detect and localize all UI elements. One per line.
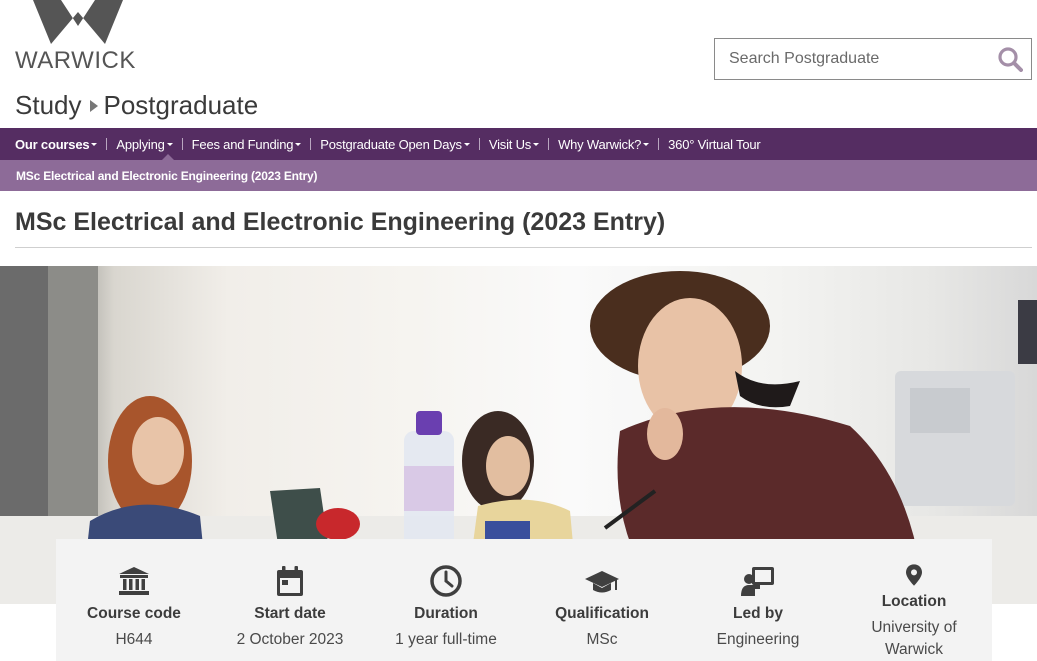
nav-divider xyxy=(106,138,108,150)
caret-down-icon xyxy=(91,143,98,146)
caret-down-icon xyxy=(166,143,173,146)
warwick-w-mark-icon xyxy=(33,0,123,44)
nav-divider xyxy=(548,138,550,150)
info-label: Duration xyxy=(414,605,478,622)
graduation-cap-icon xyxy=(585,571,619,593)
nav-item-our-courses[interactable]: Our courses xyxy=(15,137,98,152)
info-duration: Duration 1 year full-time xyxy=(368,539,524,661)
nav-item-visit-us[interactable]: Visit Us xyxy=(489,137,540,152)
info-label: Qualification xyxy=(555,605,649,622)
nav-item-applying[interactable]: Applying xyxy=(116,137,173,152)
site-title: Study Postgraduate xyxy=(15,90,258,121)
info-qualification: Qualification MSc xyxy=(524,539,680,661)
info-course-code: Course code H644 xyxy=(56,539,212,661)
info-value: H644 xyxy=(115,631,153,648)
caret-down-icon xyxy=(463,143,470,146)
info-value: MSc xyxy=(586,631,618,648)
logo-wordmark: WARWICK xyxy=(15,47,136,74)
active-nav-pointer xyxy=(162,154,174,160)
map-pin-icon xyxy=(906,564,922,586)
info-location: Location University of Warwick xyxy=(836,539,992,661)
caret-down-icon xyxy=(533,143,540,146)
site-subsection-link[interactable]: Postgraduate xyxy=(104,90,259,121)
search-input[interactable] xyxy=(715,39,985,79)
info-led-by: Led by Engineering xyxy=(680,539,836,661)
main-nav: Our courses Applying Fees and Funding Po… xyxy=(0,128,1037,160)
title-divider xyxy=(15,247,1032,248)
info-label: Location xyxy=(881,593,947,610)
sub-nav: MSc Electrical and Electronic Engineerin… xyxy=(0,160,1037,191)
nav-item-virtual-tour[interactable]: 360° Virtual Tour xyxy=(668,137,761,152)
course-info-panel: Course code H644 Start date 2 October 20… xyxy=(56,539,992,661)
info-value: Engineering xyxy=(716,631,800,648)
info-value: 1 year full-time xyxy=(395,631,497,648)
warwick-logo[interactable]: WARWICK xyxy=(15,0,140,74)
nav-divider xyxy=(658,138,660,150)
nav-item-why-warwick[interactable]: Why Warwick? xyxy=(558,137,650,152)
caret-down-icon xyxy=(643,143,650,146)
info-label: Start date xyxy=(254,605,326,622)
nav-divider xyxy=(478,138,480,150)
breadcrumb-arrow-icon xyxy=(89,99,98,112)
search-icon[interactable] xyxy=(997,46,1023,72)
subnav-item-current-course[interactable]: MSc Electrical and Electronic Engineerin… xyxy=(16,169,318,183)
nav-divider xyxy=(310,138,312,150)
info-value: University of Warwick xyxy=(871,619,957,658)
info-value: 2 October 2023 xyxy=(236,631,344,648)
nav-item-open-days[interactable]: Postgraduate Open Days xyxy=(320,137,470,152)
bank-icon xyxy=(119,567,149,595)
presenter-icon xyxy=(741,567,774,596)
info-label: Course code xyxy=(87,605,181,622)
nav-divider xyxy=(181,138,183,150)
caret-down-icon xyxy=(295,143,302,146)
page-title: MSc Electrical and Electronic Engineerin… xyxy=(15,208,666,236)
nav-item-fees-and-funding[interactable]: Fees and Funding xyxy=(192,137,302,152)
calendar-icon xyxy=(277,566,303,596)
info-label: Led by xyxy=(733,605,783,622)
clock-icon xyxy=(430,565,462,597)
info-start-date: Start date 2 October 2023 xyxy=(212,539,368,661)
search-box[interactable] xyxy=(714,38,1032,80)
site-section-link[interactable]: Study xyxy=(15,90,82,121)
